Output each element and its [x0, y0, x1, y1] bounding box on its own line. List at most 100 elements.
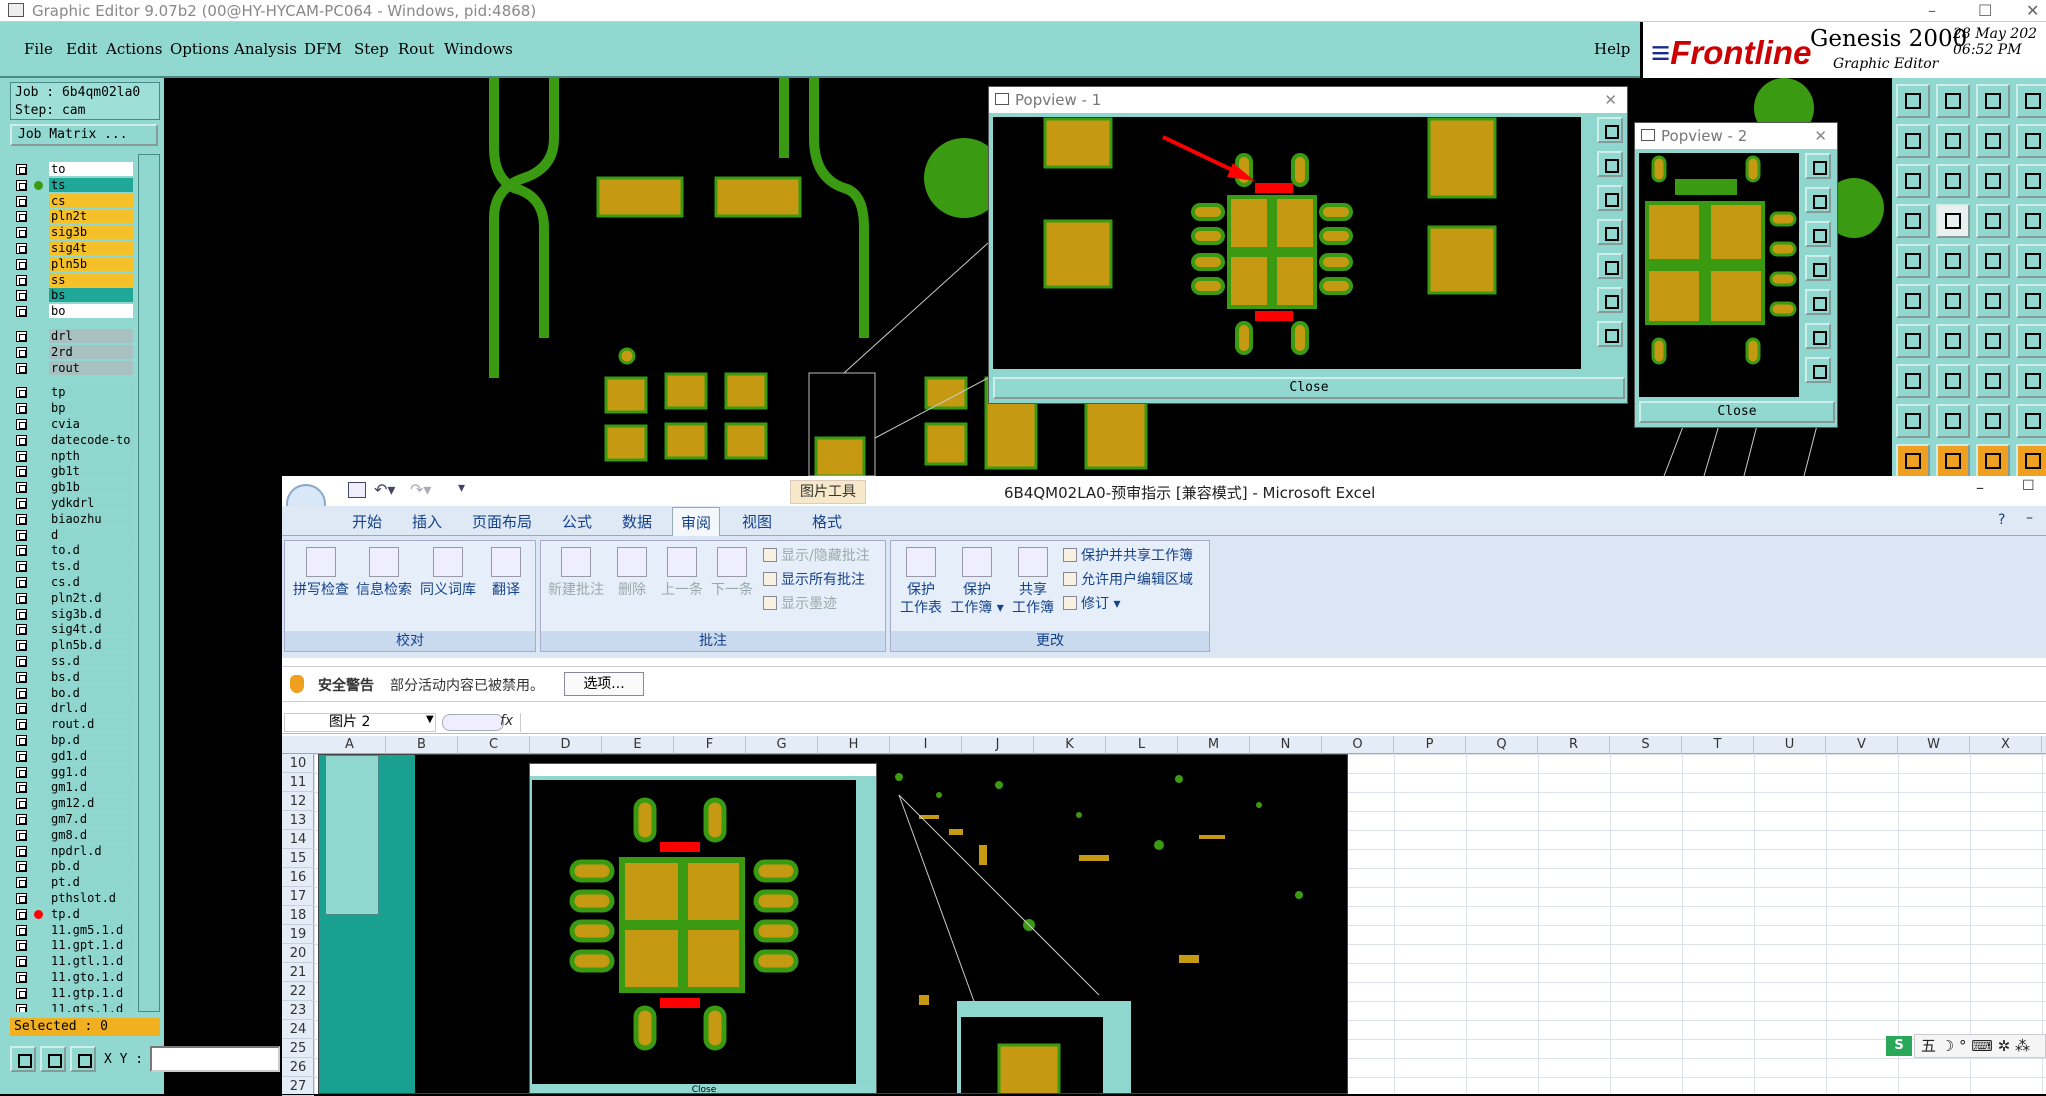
print-tool-icon[interactable] — [2016, 84, 2046, 118]
row-header[interactable]: 23 — [282, 1001, 314, 1020]
layer-checkbox[interactable] — [16, 671, 27, 683]
column-header[interactable]: X — [1970, 736, 2042, 754]
layer-checkbox[interactable] — [16, 814, 27, 825]
tab-formulas[interactable]: 公式 — [562, 511, 592, 532]
minus-tool-icon[interactable] — [1936, 364, 1970, 398]
tab-format[interactable]: 格式 — [812, 511, 842, 532]
layer-checkbox[interactable] — [16, 498, 27, 509]
tab-home[interactable]: 开始 — [352, 511, 382, 532]
layer-row[interactable]: cs — [12, 193, 134, 209]
layer-name[interactable]: rout.d — [49, 717, 133, 732]
layer-name[interactable]: npdrl.d — [49, 843, 133, 858]
previous-comment-button[interactable]: 上一条 — [657, 547, 707, 599]
pad-tool-icon[interactable] — [1896, 244, 1930, 278]
layer-name[interactable]: pb.d — [49, 859, 133, 874]
layer-name[interactable]: bp — [49, 401, 133, 416]
layer-name[interactable]: npth — [49, 448, 133, 463]
triangle-tool-icon[interactable] — [1896, 404, 1930, 438]
layer-checkbox[interactable] — [16, 227, 27, 239]
column-header[interactable]: H — [818, 736, 890, 754]
layer-row[interactable]: ts.d — [12, 559, 134, 574]
maximize-icon[interactable]: ☐ — [1978, 0, 1992, 22]
slash-tool-icon[interactable] — [1896, 324, 1930, 358]
popview-forward-icon[interactable] — [1805, 289, 1831, 315]
layer-checkbox[interactable] — [16, 956, 27, 968]
layer-checkbox[interactable] — [16, 466, 27, 478]
popview-1-close-button[interactable]: Close — [993, 377, 1625, 399]
column-header[interactable]: J — [962, 736, 1034, 754]
grid-icon[interactable] — [70, 1046, 96, 1072]
new-comment-button[interactable]: 新建批注 — [545, 547, 607, 599]
row-header[interactable]: 13 — [282, 811, 314, 830]
column-header[interactable]: A — [314, 736, 386, 754]
layer-row[interactable]: drl.d — [12, 701, 134, 716]
layer-name[interactable]: gb1b — [49, 480, 133, 495]
layer-name[interactable]: to.d — [49, 543, 133, 558]
layer-row[interactable]: npth — [12, 448, 134, 464]
menu-file[interactable]: File — [24, 40, 53, 58]
column-header[interactable]: B — [386, 736, 458, 754]
column-header[interactable]: I — [890, 736, 962, 754]
layer-checkbox[interactable] — [16, 908, 27, 920]
layer-checkbox[interactable] — [16, 608, 27, 620]
layer-checkbox[interactable] — [16, 798, 27, 810]
row-header[interactable]: 21 — [282, 963, 314, 982]
layer-row[interactable]: tp — [12, 385, 134, 400]
row-header[interactable]: 27 — [282, 1077, 314, 1096]
layer-checkbox[interactable] — [16, 561, 27, 573]
layer-row[interactable]: pln2t — [12, 209, 134, 224]
layer-row[interactable]: bs — [12, 288, 134, 303]
redo-icon[interactable]: ↷▾ — [410, 480, 431, 499]
layer-checkbox[interactable] — [16, 987, 27, 999]
measure-tool-icon[interactable] — [1896, 204, 1930, 238]
layer-name[interactable]: sig4t.d — [49, 622, 133, 637]
close-icon[interactable]: ✕ — [2026, 0, 2039, 22]
row-header[interactable]: 20 — [282, 944, 314, 963]
layer-checkbox[interactable] — [16, 179, 27, 191]
paste-tool-icon[interactable] — [2016, 124, 2046, 158]
column-header[interactable]: P — [1394, 736, 1466, 754]
layer-checkbox[interactable] — [16, 419, 27, 430]
arrow-tool-icon[interactable] — [2016, 284, 2046, 318]
layer-name[interactable]: cvia — [49, 417, 133, 431]
column-header[interactable]: U — [1754, 736, 1826, 754]
layer-name[interactable]: gm7.d — [49, 812, 133, 826]
popview-zoom-icon[interactable] — [1805, 153, 1831, 179]
save-tool-icon[interactable] — [1936, 84, 1970, 118]
protect-workbook-button[interactable]: 保护 工作簿 ▾ — [947, 547, 1007, 617]
layer-name[interactable]: ydkdrl — [49, 496, 133, 510]
column-header[interactable]: K — [1034, 736, 1106, 754]
help-icon[interactable]: ? — [1998, 512, 2005, 528]
layer-checkbox[interactable] — [16, 258, 27, 270]
layer-row[interactable]: datecode-to — [12, 432, 134, 448]
menu-rout[interactable]: Rout — [398, 40, 434, 58]
layer-checkbox[interactable] — [16, 877, 27, 889]
popview-pan-icon[interactable] — [1805, 187, 1831, 213]
column-header[interactable]: D — [530, 736, 602, 754]
tools-tool-icon[interactable] — [2016, 444, 2046, 478]
layer-row[interactable]: biaozhu — [12, 511, 134, 527]
snap-mode-icon[interactable] — [10, 1046, 36, 1072]
layer-name[interactable]: gg1.d — [49, 764, 133, 779]
layer-row[interactable]: gm8.d — [12, 827, 134, 843]
save-icon[interactable] — [348, 482, 366, 498]
layer-checkbox[interactable] — [16, 592, 27, 604]
formula-input[interactable] — [520, 713, 2040, 732]
measure-icon[interactable] — [40, 1046, 66, 1072]
chevron-down-icon[interactable]: ▼ — [426, 714, 434, 725]
layer-row[interactable]: pb.d — [12, 859, 134, 874]
layer-row[interactable]: bp — [12, 401, 134, 416]
layer-checkbox[interactable] — [16, 656, 27, 667]
row-header[interactable]: 10 — [282, 754, 314, 773]
layer-list-scrollbar[interactable] — [138, 154, 160, 1012]
tab-insert[interactable]: 插入 — [412, 511, 442, 532]
layer-name[interactable]: cs — [49, 193, 133, 208]
layer-row[interactable]: rout.d — [12, 717, 134, 732]
row-header[interactable]: 14 — [282, 830, 314, 849]
shape-tool-icon[interactable] — [1976, 404, 2010, 438]
row-header[interactable]: 12 — [282, 792, 314, 811]
layer-name[interactable]: ss — [49, 272, 133, 287]
popview-zoom-in-icon[interactable] — [1597, 321, 1623, 347]
diagonal-tool-icon[interactable] — [1936, 324, 1970, 358]
layer-row[interactable]: gg1.d — [12, 764, 134, 780]
